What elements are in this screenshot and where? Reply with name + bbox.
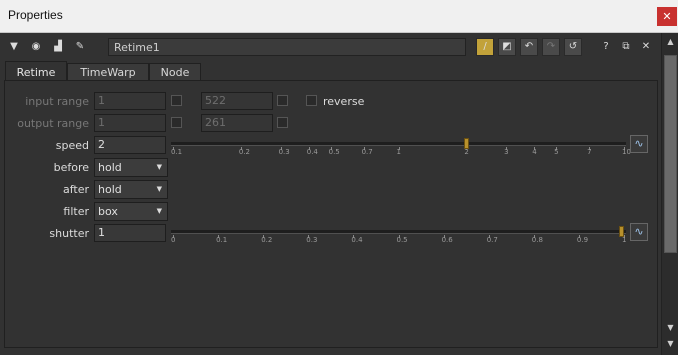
scroll-down-icon[interactable]: ▼	[662, 337, 678, 351]
after-label: after	[62, 183, 89, 196]
output-range-from-field[interactable]: 1	[94, 114, 166, 132]
input-range-from-field[interactable]: 1	[94, 92, 166, 110]
window-title: Properties	[8, 8, 63, 22]
slider-tick-label: 0.3	[306, 236, 318, 244]
tab-node[interactable]: Node	[149, 63, 201, 81]
speed-slider-track	[171, 142, 626, 146]
after-dropdown[interactable]: hold ▼	[94, 180, 168, 199]
slider-handle[interactable]	[619, 226, 624, 237]
close-icon[interactable]: ✕	[657, 7, 677, 26]
undo-icon[interactable]: ↶	[520, 38, 538, 56]
input-range-to-field[interactable]: 522	[201, 92, 273, 110]
before-value: hold	[98, 161, 122, 174]
output-range-to-field[interactable]: 261	[201, 114, 273, 132]
node-toolbar: ▼ ◉ ▟ ✎ Retime1 / ◩ ↶ ↷ ↺ ? ⧉ ✕	[4, 37, 659, 59]
title-bar: Properties ✕	[0, 0, 678, 33]
slider-tick-label: 0.4	[306, 148, 318, 156]
input-range-from-checkbox[interactable]	[171, 95, 182, 106]
properties-panel: ▼ ◉ ▟ ✎ Retime1 / ◩ ↶ ↷ ↺ ? ⧉ ✕ Retime T…	[0, 33, 661, 355]
input-range-label: input range	[25, 95, 89, 108]
tab-retime[interactable]: Retime	[5, 61, 67, 82]
output-range-to-checkbox[interactable]	[277, 117, 288, 128]
color-swatch-icon[interactable]: /	[476, 38, 494, 56]
collapse-triangle-icon[interactable]: ▼	[6, 39, 22, 55]
slider-tick-label: 1	[622, 236, 627, 244]
slider-tick-label: 0.4	[351, 236, 363, 244]
tab-timewarp[interactable]: TimeWarp	[67, 63, 149, 81]
slider-tick-label: 0.2	[261, 236, 273, 244]
filter-value: box	[98, 205, 118, 218]
speed-slider[interactable]: 0.1 0.2 0.3 0.4 0.5 0.7 1 2 3 4 5 7 10	[171, 138, 631, 158]
chevron-down-icon: ▼	[156, 163, 162, 171]
reverse-checkbox[interactable]	[306, 95, 317, 106]
redo-icon[interactable]: ↷	[542, 38, 560, 56]
before-label: before	[53, 161, 89, 174]
color-picker-icon[interactable]: ◩	[498, 38, 516, 56]
shutter-label: shutter	[49, 227, 89, 240]
filter-label: filter	[63, 205, 89, 218]
chevron-down-icon: ▼	[156, 185, 162, 193]
after-value: hold	[98, 183, 122, 196]
float-window-icon[interactable]: ⧉	[618, 39, 634, 55]
slider-tick-label: 0.9	[576, 236, 589, 244]
input-range-to-checkbox[interactable]	[277, 95, 288, 106]
slider-tick-label: 4	[532, 148, 537, 156]
speed-curve-icon[interactable]: ∿	[630, 135, 648, 153]
close-panel-icon[interactable]: ✕	[638, 39, 654, 55]
output-range-label: output range	[17, 117, 89, 130]
scroll-up-icon[interactable]: ▲	[662, 35, 678, 49]
slider-tick-label: 1	[396, 148, 401, 156]
shutter-slider-track	[171, 230, 626, 234]
retime-tab-content: input range 1 522 reverse output range 1…	[4, 80, 658, 348]
slider-tick-label: 0	[171, 236, 176, 244]
slider-tick-label: 0.7	[361, 148, 373, 156]
slider-tick-label: 0.6	[441, 236, 453, 244]
slider-tick-label: 0.2	[238, 148, 251, 156]
speed-field[interactable]: 2	[94, 136, 166, 154]
chevron-down-icon: ▼	[156, 207, 162, 215]
speed-label: speed	[55, 139, 89, 152]
viewer-icon[interactable]: ◉	[28, 39, 44, 55]
slider-handle[interactable]	[464, 138, 470, 149]
node-name-field[interactable]: Retime1	[108, 38, 466, 56]
settings-wrench-icon[interactable]: ✎	[72, 39, 88, 55]
before-dropdown[interactable]: hold ▼	[94, 158, 168, 177]
reverse-label: reverse	[323, 95, 365, 108]
slider-tick-label: 0.3	[278, 148, 290, 156]
help-icon[interactable]: ?	[598, 39, 614, 55]
slider-tick-label: 0.5	[396, 236, 408, 244]
scroll-down-icon[interactable]: ▼	[662, 321, 678, 335]
slider-tick-label: 0.5	[328, 148, 340, 156]
vertical-scrollbar[interactable]: ▲ ▼ ▼	[661, 33, 678, 355]
scroll-thumb[interactable]	[664, 55, 677, 253]
slider-tick-label: 0.7	[486, 236, 498, 244]
slider-tick-label: 2	[464, 148, 469, 156]
shutter-slider[interactable]: 0 0.1 0.2 0.3 0.4 0.5 0.6 0.7 0.8 0.9 1	[171, 226, 626, 246]
slider-tick-label: 7	[587, 148, 592, 156]
slider-tick-label: 0.1	[216, 236, 228, 244]
node-graph-icon[interactable]: ▟	[50, 39, 66, 55]
slider-tick-label: 5	[554, 148, 559, 156]
slider-tick-label: 0.1	[171, 148, 183, 156]
shutter-curve-icon[interactable]: ∿	[630, 223, 648, 241]
output-range-from-checkbox[interactable]	[171, 117, 182, 128]
slider-tick-label: 3	[504, 148, 509, 156]
revert-icon[interactable]: ↺	[564, 38, 582, 56]
slider-tick-label: 0.8	[531, 236, 543, 244]
shutter-field[interactable]: 1	[94, 224, 166, 242]
filter-dropdown[interactable]: box ▼	[94, 202, 168, 221]
